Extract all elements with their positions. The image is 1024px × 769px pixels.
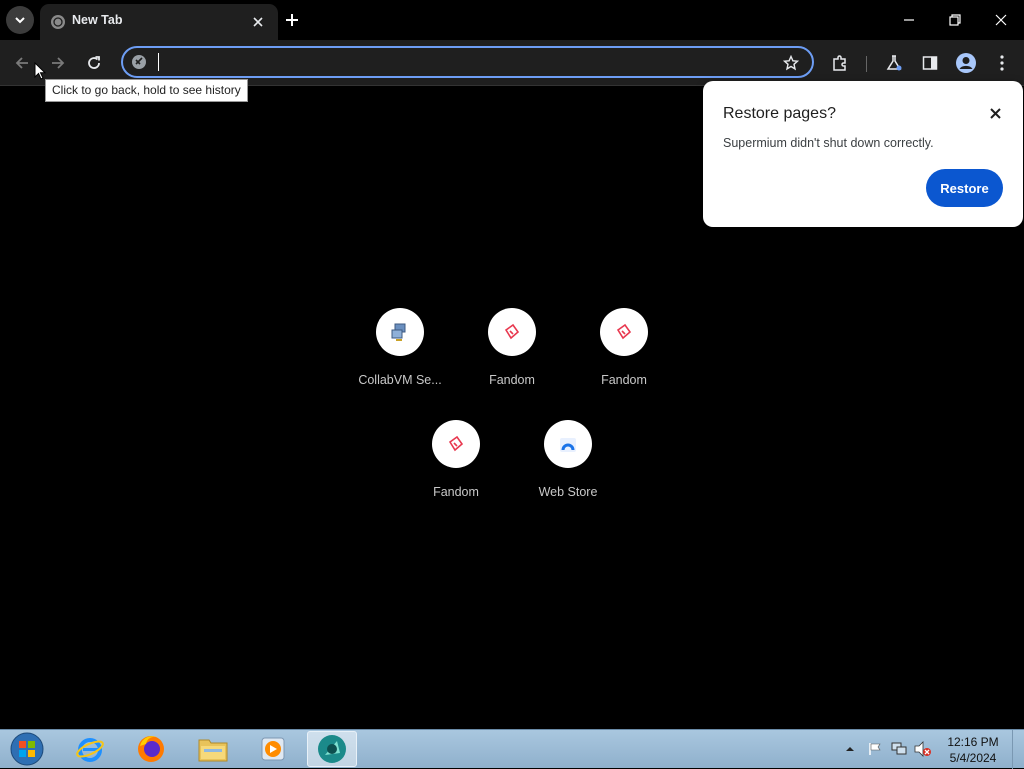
bookmark-star-button[interactable] — [779, 51, 803, 75]
puzzle-icon — [833, 55, 846, 71]
shortcut-label: Fandom — [433, 485, 479, 499]
windows-logo-icon — [10, 732, 44, 766]
close-icon — [253, 17, 263, 27]
back-tooltip: Click to go back, hold to see history — [45, 79, 248, 102]
flask-icon — [886, 55, 902, 71]
volume-tray[interactable] — [914, 740, 932, 758]
tab-title: New Tab — [72, 13, 123, 27]
forward-button[interactable] — [44, 49, 72, 77]
side-panel-button[interactable] — [916, 49, 944, 77]
restore-button[interactable]: Restore — [926, 169, 1003, 207]
shortcut-icon-container — [600, 308, 648, 356]
shortcut-tile[interactable]: Fandom — [568, 308, 680, 408]
kebab-menu-icon — [1000, 55, 1004, 71]
shortcut-tile[interactable]: Fandom — [456, 308, 568, 408]
text-caret — [158, 53, 159, 71]
network-tray[interactable] — [890, 740, 908, 758]
extensions-button[interactable] — [826, 49, 854, 77]
supermium-logo-icon — [132, 55, 146, 69]
web-store-icon — [560, 438, 576, 452]
taskbar-supermium[interactable] — [307, 731, 357, 767]
show-desktop-button[interactable] — [1012, 730, 1024, 769]
firefox-icon — [138, 736, 164, 762]
taskbar-media-player[interactable] — [248, 731, 298, 767]
labs-button[interactable] — [880, 49, 908, 77]
new-tab-button[interactable] — [282, 10, 302, 30]
taskbar: 12:16 PM 5/4/2024 — [0, 729, 1024, 769]
restore-window-button[interactable] — [938, 6, 972, 34]
network-icon — [891, 742, 907, 755]
dialog-close-button[interactable] — [984, 102, 1006, 124]
taskbar-file-explorer[interactable] — [188, 731, 238, 767]
side-panel-icon — [922, 56, 938, 70]
file-explorer-icon — [198, 739, 228, 762]
reload-button[interactable] — [80, 49, 108, 77]
shortcut-icon-container — [376, 308, 424, 356]
back-button[interactable] — [8, 49, 36, 77]
shortcut-label: Fandom — [489, 373, 535, 387]
close-icon — [995, 14, 1007, 26]
profile-button[interactable] — [952, 49, 980, 77]
action-center-tray[interactable] — [866, 740, 884, 758]
shortcut-icon-container — [432, 420, 480, 468]
menu-button[interactable] — [988, 49, 1016, 77]
minimize-icon — [904, 19, 914, 21]
minimize-button[interactable] — [892, 6, 926, 34]
address-input[interactable] — [163, 51, 763, 73]
shortcut-icon-container — [488, 308, 536, 356]
arrow-right-icon — [52, 57, 65, 69]
media-player-icon — [261, 737, 285, 761]
restore-window-icon — [949, 14, 961, 26]
tab-search-button[interactable] — [6, 6, 34, 34]
close-window-button[interactable] — [984, 6, 1018, 34]
show-hidden-icons-button[interactable] — [843, 742, 857, 756]
fandom-icon — [616, 323, 632, 340]
fandom-icon — [448, 435, 464, 452]
reload-icon — [88, 56, 100, 69]
clock-time: 12:16 PM — [947, 735, 999, 749]
taskbar-clock[interactable]: 12:16 PM 5/4/2024 — [940, 734, 1006, 766]
fandom-icon — [504, 323, 520, 340]
taskbar-internet-explorer[interactable] — [65, 731, 115, 767]
shortcut-label: Fandom — [601, 373, 647, 387]
internet-explorer-icon — [76, 738, 104, 762]
arrow-left-icon — [15, 57, 28, 69]
avatar-icon — [956, 53, 976, 73]
dialog-title: Restore pages? — [723, 105, 836, 122]
plus-icon — [286, 14, 298, 26]
tab-close-button[interactable] — [248, 12, 268, 32]
supermium-icon — [318, 735, 346, 763]
close-icon — [989, 107, 1001, 119]
start-button[interactable] — [6, 731, 48, 767]
collabvm-icon — [391, 323, 406, 341]
globe-icon — [51, 15, 65, 29]
shortcut-tile[interactable]: Fandom — [400, 420, 512, 520]
flag-icon — [869, 743, 881, 755]
toolbar-divider — [866, 56, 867, 72]
shortcut-label: CollabVM Se... — [358, 373, 442, 387]
volume-muted-icon — [914, 741, 931, 757]
clock-date: 5/4/2024 — [949, 751, 997, 765]
restore-pages-dialog: Restore pages? Supermium didn't shut dow… — [703, 81, 1023, 227]
dialog-message: Supermium didn't shut down correctly. — [723, 136, 934, 150]
shortcut-label: Web Store — [538, 485, 598, 499]
shortcut-tile[interactable]: Web Store — [512, 420, 624, 520]
tab-strip: New Tab — [0, 0, 1024, 40]
mouse-cursor-icon — [34, 62, 46, 80]
shortcut-tile[interactable]: CollabVM Se... — [344, 308, 456, 408]
taskbar-firefox[interactable] — [126, 731, 176, 767]
shortcut-icon-container — [544, 420, 592, 468]
chevron-down-icon — [15, 17, 25, 24]
address-bar[interactable] — [121, 46, 814, 78]
tab-new-tab[interactable]: New Tab — [40, 4, 278, 40]
star-icon — [783, 55, 799, 71]
chevron-up-icon — [846, 747, 854, 751]
